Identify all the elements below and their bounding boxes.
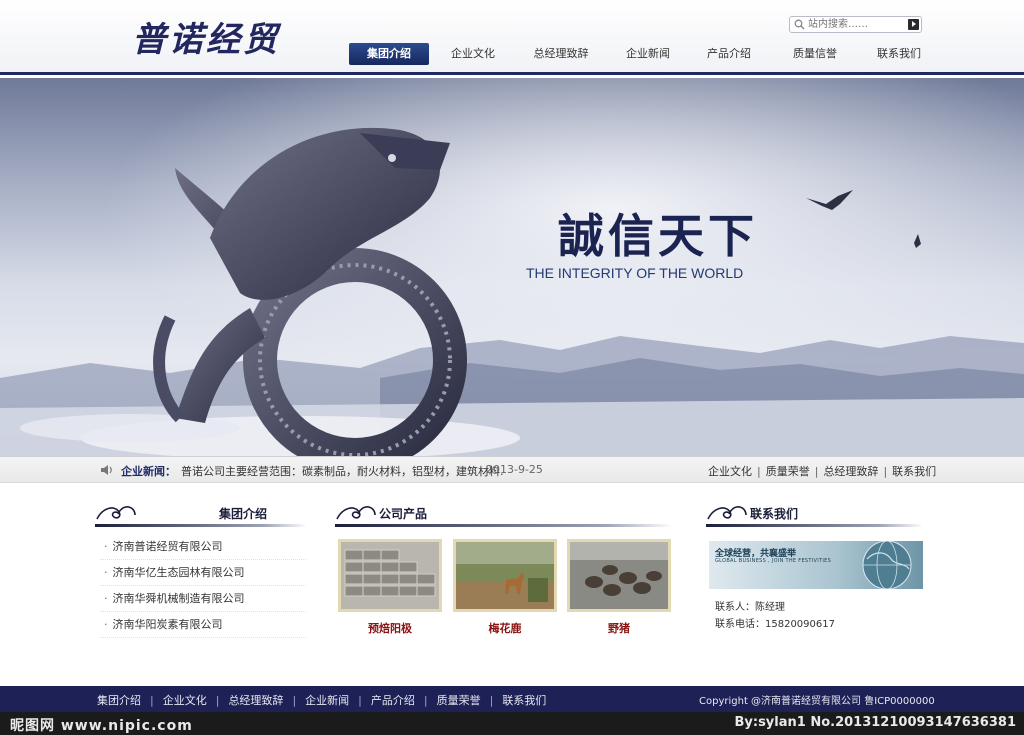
search-submit-button[interactable]	[908, 19, 919, 30]
banner-slogan-cn: 誠信天下	[558, 209, 758, 263]
footer-link-gm-speech[interactable]: 总经理致辞	[228, 694, 283, 707]
search-box	[789, 16, 922, 33]
contact-person: 联系人：陈经理	[715, 602, 785, 613]
search-input[interactable]	[808, 17, 903, 32]
footer-link-group-intro[interactable]: 集团介绍	[97, 694, 141, 707]
group-section-title: 集团介绍	[219, 507, 268, 521]
contact-phone: 联系电话：15820090617	[715, 619, 835, 630]
copyright-text: Copyright @济南普诺经贸有限公司 鲁ICP0000000	[699, 696, 935, 707]
contact-section-title: 联系我们	[750, 507, 799, 521]
nav-item-culture[interactable]: 企业文化	[437, 43, 509, 65]
banner-slogan-en: THE INTEGRITY OF THE WORLD	[526, 265, 744, 281]
group-company-list: 济南普诺经贸有限公司 济南华亿生态园林有限公司 济南华舜机械制造有限公司 济南华…	[100, 534, 306, 638]
banner-artwork	[0, 78, 1024, 456]
footer-link-contact[interactable]: 联系我们	[502, 694, 546, 707]
cloud-ornament-icon	[96, 506, 136, 520]
speaker-icon	[101, 465, 112, 475]
search-icon	[794, 19, 805, 30]
cloud-ornament-icon	[707, 506, 747, 520]
globe-icon	[862, 541, 912, 589]
site-footer: 集团介绍 | 企业文化 | 总经理致辞 | 企业新闻 | 产品介绍 | 质量荣誉 | 联系我们 Copy…	[0, 686, 1024, 712]
quick-link-contact[interactable]: 联系我们	[892, 465, 936, 478]
news-date: 2013-9-25	[486, 463, 543, 476]
site-header: 普诺经贸 集团介绍 企业文化 总经理致辞 企业新闻 产品介绍 质量信誉 联系我们	[0, 0, 1024, 75]
footer-link-news[interactable]: 企业新闻	[305, 694, 349, 707]
product-name[interactable]: 预焙阳极	[338, 620, 442, 636]
nav-item-group-intro[interactable]: 集团介绍	[349, 43, 429, 65]
news-ticker-bar: 企业新闻： 普诺公司主要经营范围：碳素制品，耐火材料，铝型材，建筑材料. 201…	[0, 456, 1024, 483]
products-section-header: 公司产品	[335, 497, 673, 527]
list-item[interactable]: 济南华亿生态园林有限公司	[100, 560, 306, 586]
list-item[interactable]: 济南华阳炭素有限公司	[100, 612, 306, 638]
product-name[interactable]: 野猪	[567, 620, 671, 636]
nav-item-gm-speech[interactable]: 总经理致辞	[521, 43, 601, 65]
product-image-deer[interactable]	[453, 539, 557, 612]
ad-slogan-en: GLOBAL BUSINESS , JOIN THE FESTIVITIES	[715, 558, 832, 564]
product-image-boar[interactable]	[567, 539, 671, 612]
quick-link-culture[interactable]: 企业文化	[708, 465, 752, 478]
global-business-banner[interactable]: 全球经营，共襄盛举 GLOBAL BUSINESS , JOIN THE FES…	[709, 541, 923, 589]
site-logo[interactable]: 普诺经贸	[132, 12, 280, 61]
list-item[interactable]: 济南普诺经贸有限公司	[100, 534, 306, 560]
news-headline-link[interactable]: 普诺公司主要经营范围：碳素制品，耐火材料，铝型材，建筑材料.	[181, 463, 504, 479]
products-section-title: 公司产品	[379, 507, 428, 521]
list-item[interactable]: 济南华舜机械制造有限公司	[100, 586, 306, 612]
watermark-left: 昵图网 www.nipic.com	[10, 718, 193, 734]
nav-item-quality[interactable]: 质量信誉	[777, 43, 853, 65]
footer-link-culture[interactable]: 企业文化	[163, 694, 207, 707]
footer-link-products[interactable]: 产品介绍	[371, 694, 415, 707]
nav-item-news[interactable]: 企业新闻	[613, 43, 683, 65]
group-section-header: 集团介绍	[95, 497, 307, 527]
cloud-ornament-icon	[336, 506, 376, 520]
nav-item-products[interactable]: 产品介绍	[694, 43, 764, 65]
product-image-anode[interactable]	[338, 539, 442, 612]
watermark-strip: 昵图网 www.nipic.com By:sylan1 No.201312100…	[0, 712, 1024, 735]
quick-link-gm-speech[interactable]: 总经理致辞	[823, 465, 878, 478]
footer-link-quality[interactable]: 质量荣誉	[437, 694, 481, 707]
nav-item-contact[interactable]: 联系我们	[864, 43, 934, 65]
hero-banner: 誠信天下 THE INTEGRITY OF THE WORLD	[0, 78, 1024, 456]
watermark-right: By:sylan1 No.20131210093147636381	[734, 715, 1016, 730]
footer-nav: 集团介绍 | 企业文化 | 总经理致辞 | 企业新闻 | 产品介绍 | 质量荣誉 | 联系我们	[97, 694, 547, 707]
news-label: 企业新闻：	[121, 465, 176, 478]
contact-section-header: 联系我们	[706, 497, 923, 527]
quick-links: 企业文化 | 质量荣誉 | 总经理致辞 | 联系我们	[708, 465, 937, 478]
product-name[interactable]: 梅花鹿	[453, 620, 557, 636]
quick-link-quality[interactable]: 质量荣誉	[766, 465, 810, 478]
